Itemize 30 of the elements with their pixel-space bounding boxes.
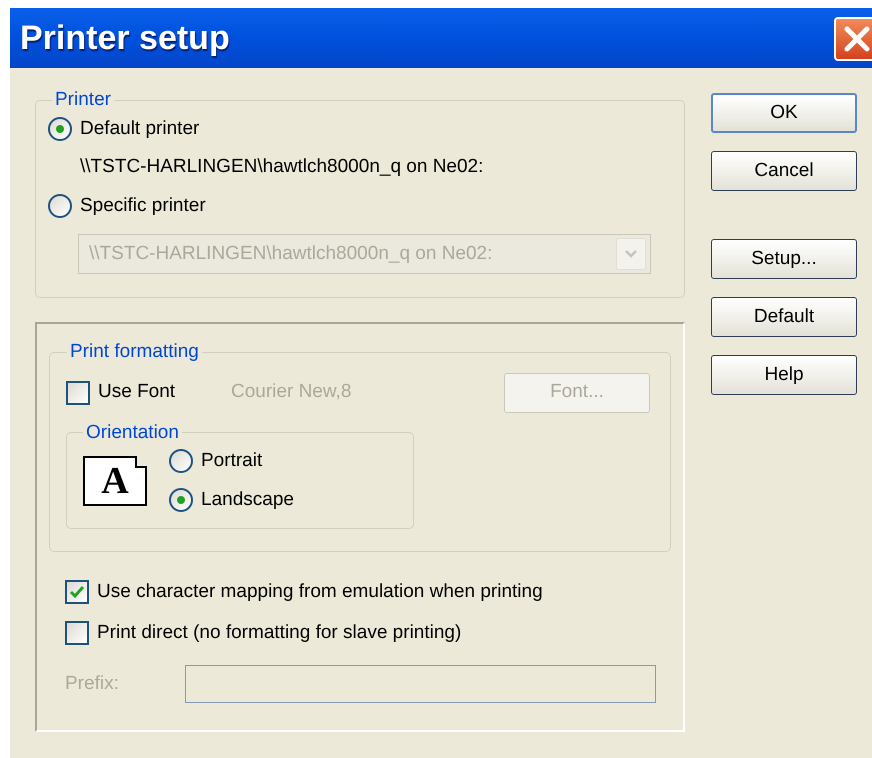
group-label: Printer <box>54 88 112 112</box>
window-title: Printer setup <box>20 18 230 58</box>
dialog-button[interactable]: OK <box>711 93 857 133</box>
checkbox[interactable] <box>65 620 89 645</box>
checkbox-label[interactable]: Use Font <box>98 378 176 407</box>
checkbox[interactable] <box>65 580 89 604</box>
group-label: Orientation <box>85 420 180 444</box>
radio-label[interactable]: Landscape <box>201 486 294 514</box>
radio-label[interactable]: Portrait <box>201 447 262 476</box>
dialog-button[interactable]: Setup... <box>711 239 857 279</box>
checkbox-label[interactable]: Use character mapping from emulation when printing <box>97 578 543 606</box>
dialog-button[interactable]: Default <box>711 297 857 337</box>
printer-name: \\TSTC-HARLINGEN\hawtlch8000n_q on Ne02: <box>80 155 484 179</box>
radio-label[interactable]: Specific printer <box>80 192 206 220</box>
radio-label[interactable]: Default printer <box>80 114 200 143</box>
radio-button[interactable] <box>48 116 72 141</box>
prefix-label: Prefix: <box>65 672 120 696</box>
checkbox[interactable] <box>66 380 90 404</box>
close-button[interactable] <box>834 17 872 61</box>
radio-button[interactable] <box>169 449 193 474</box>
checkmark-icon <box>69 584 85 600</box>
page-preview-icon: A <box>83 456 147 506</box>
group-label: Print formatting <box>69 340 200 364</box>
checkbox-label[interactable]: Print direct (no formatting for slave printing) <box>97 618 462 647</box>
font-name: Courier New,8 <box>231 380 352 404</box>
dialog-button[interactable]: Cancel <box>711 151 857 191</box>
radio-button[interactable] <box>48 194 72 218</box>
dialog-button[interactable]: Help <box>711 355 857 395</box>
close-icon <box>842 24 872 54</box>
radio-button[interactable] <box>169 488 193 512</box>
